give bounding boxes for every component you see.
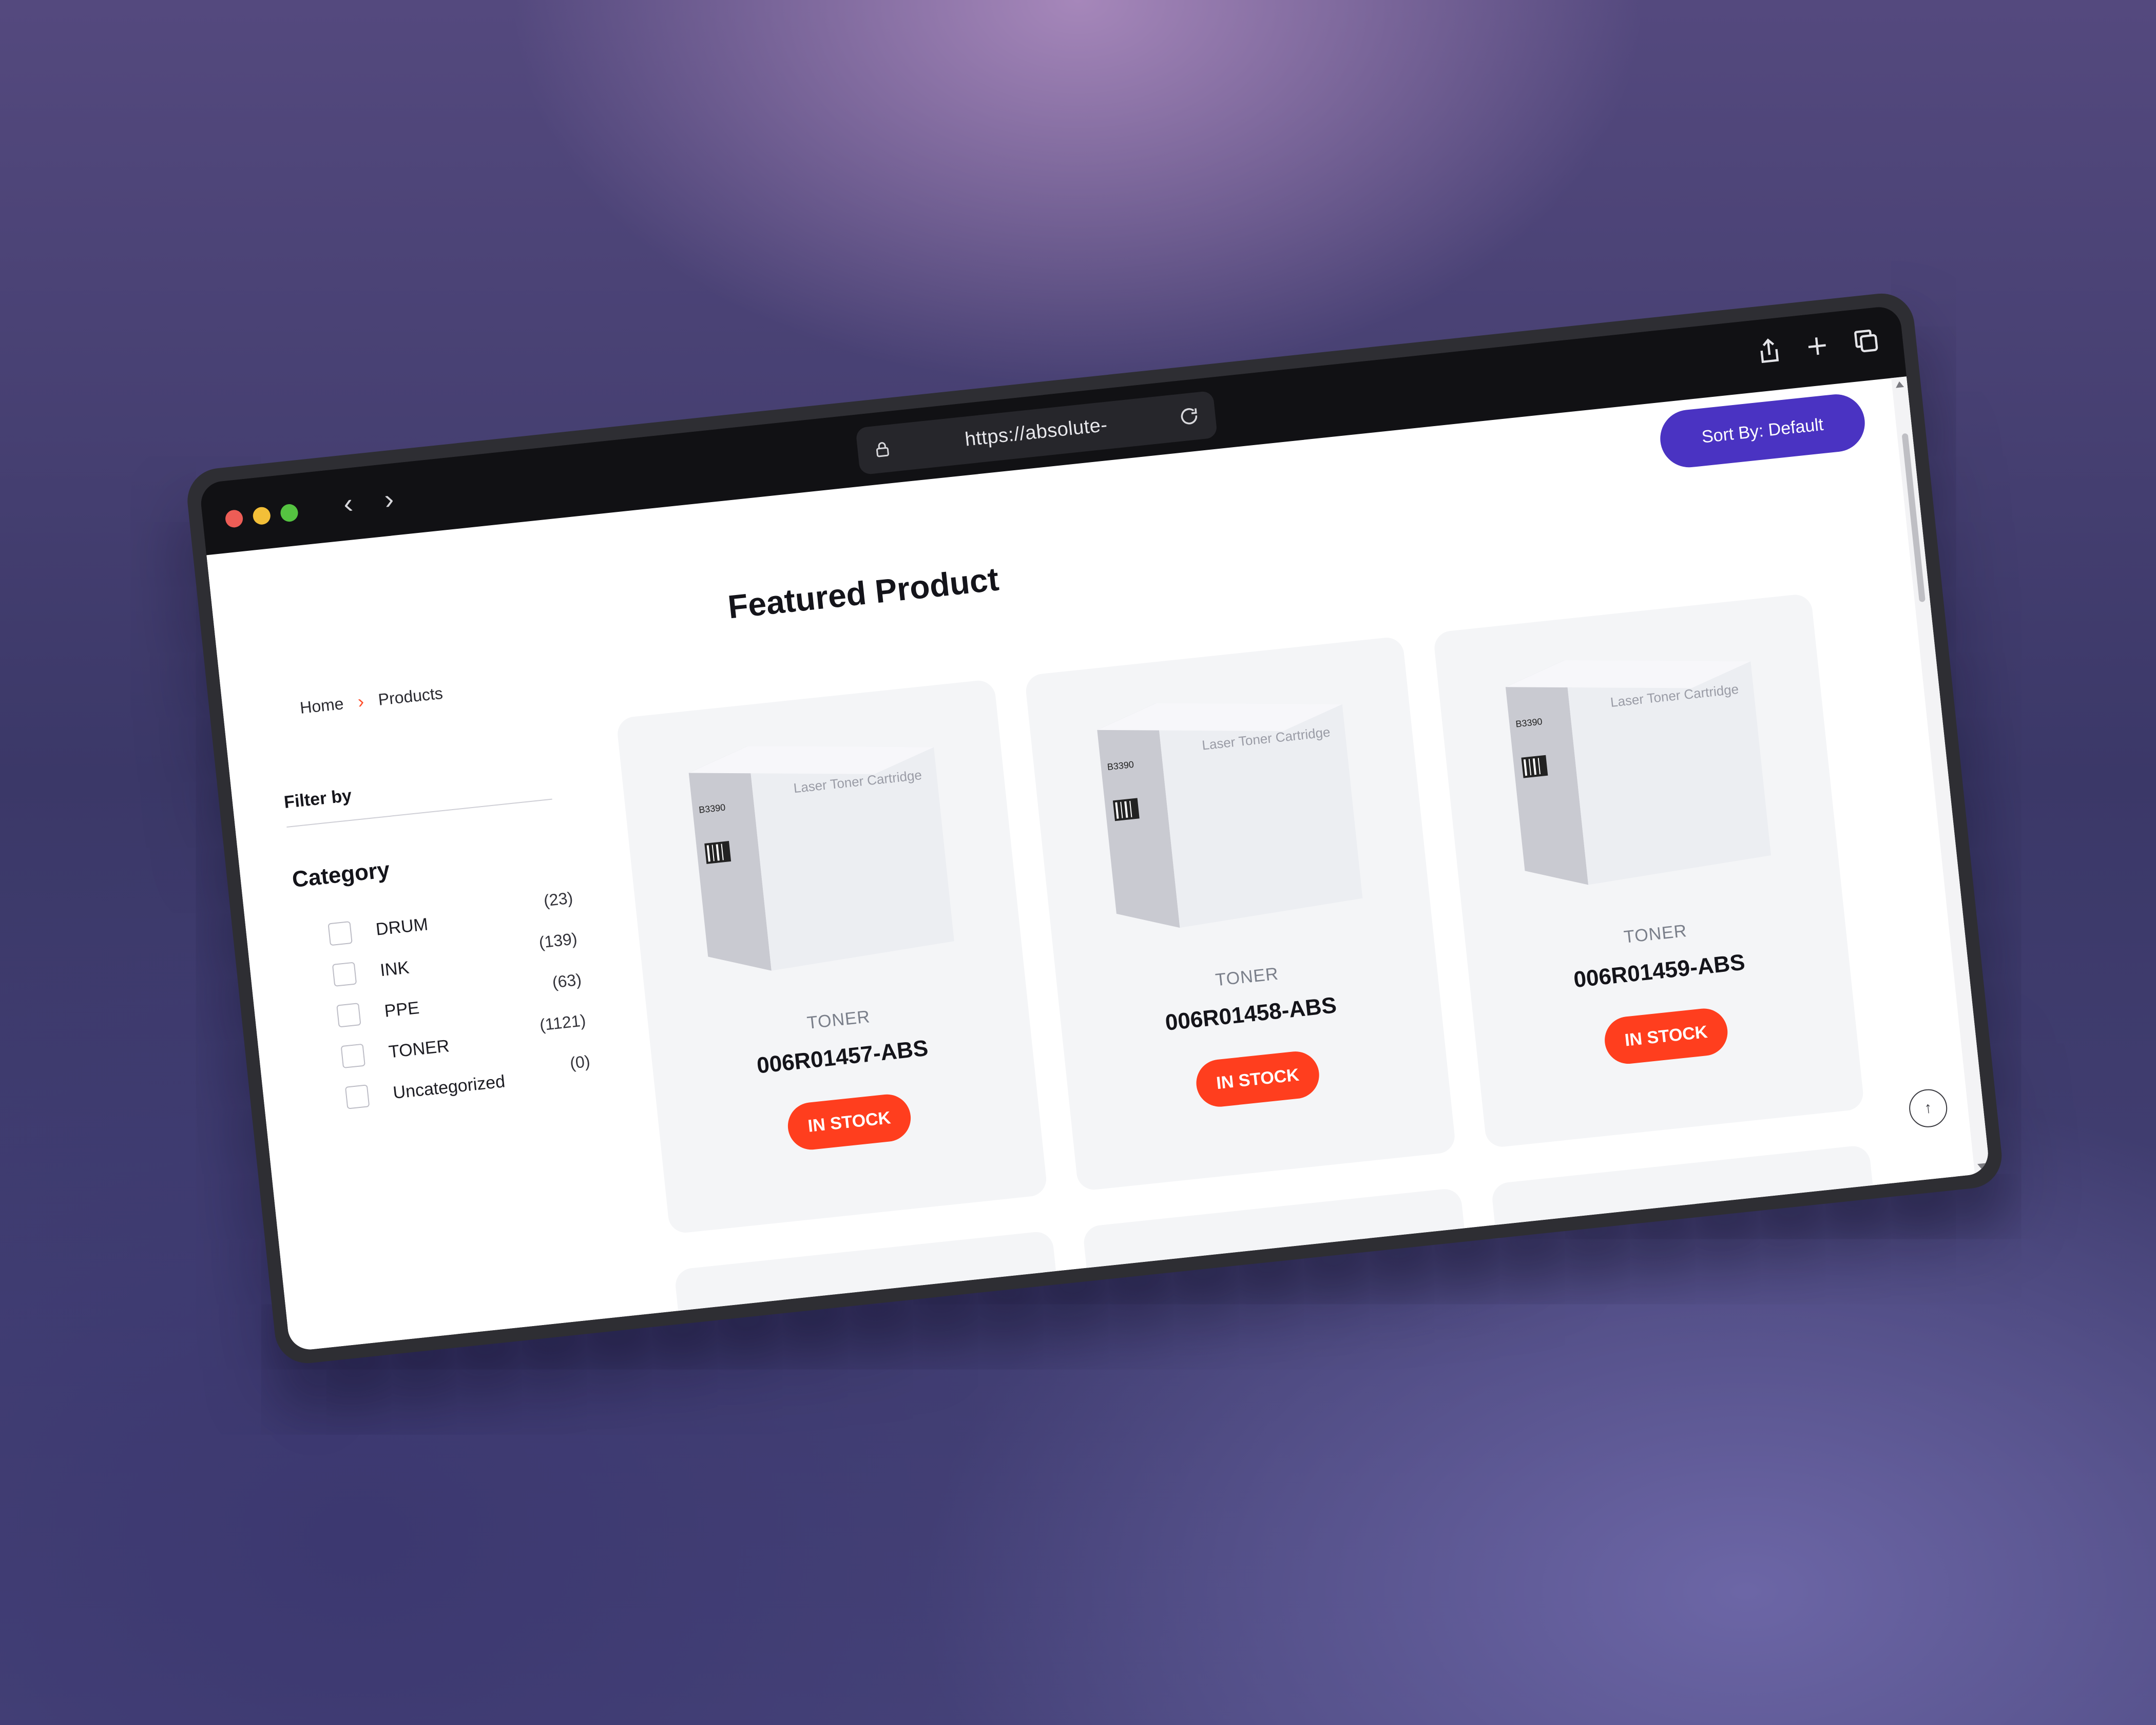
category-name: TONER (388, 1036, 451, 1062)
chevron-right-icon: › (356, 690, 365, 713)
forward-icon[interactable]: › (375, 484, 403, 515)
lock-icon (876, 442, 889, 457)
url-text: https://absolute- (964, 414, 1109, 451)
browser-frame: ‹ › https://absolute- Sort By: Default F… (199, 305, 1991, 1352)
category-list: DRUM (23) INK (139) PPE (63) TONER (1121… (327, 889, 593, 1119)
category-name: Uncategorized (392, 1071, 506, 1103)
product-name[interactable]: 006R01458-ABS (1164, 992, 1338, 1036)
product-card[interactable]: Laser Toner Cartridge B3390 TONER 006R01… (1433, 593, 1865, 1148)
product-category: TONER (1214, 964, 1280, 990)
product-card[interactable]: Laser Toner Cartridge B3390 TONER 006R01… (1024, 636, 1456, 1192)
category-name: INK (379, 957, 410, 980)
category-count: (63) (551, 970, 583, 992)
product-card-partial[interactable] (673, 1230, 1106, 1352)
product-card-partial[interactable] (1082, 1187, 1514, 1352)
scrollbar-thumb[interactable] (1901, 433, 1926, 603)
breadcrumb-home[interactable]: Home (299, 694, 344, 718)
page-title: Featured Product (726, 560, 1001, 626)
share-icon[interactable] (1753, 335, 1785, 368)
category-checkbox[interactable] (340, 1043, 365, 1069)
background: ‹ › https://absolute- Sort By: Default F… (0, 0, 2156, 1725)
arrow-up-icon[interactable]: ↑ (1907, 1087, 1949, 1129)
sort-button[interactable]: Sort By: Default (1657, 391, 1868, 470)
back-icon[interactable]: ‹ (334, 488, 362, 520)
product-category: TONER (806, 1007, 871, 1033)
category-count: (1121) (538, 1011, 587, 1034)
product-image[interactable] (723, 1266, 1037, 1352)
maximize-window-button[interactable] (279, 503, 299, 523)
category-count: (139) (538, 929, 579, 952)
category-checkbox[interactable] (332, 962, 357, 987)
browser-window: ‹ › https://absolute- Sort By: Default F… (184, 290, 2005, 1367)
category-heading: Category (291, 857, 391, 893)
product-card[interactable]: Laser Toner Cartridge B3390 TONER 006R01… (615, 679, 1048, 1235)
filter-by-label: Filter by (283, 785, 353, 813)
breadcrumb: Home › Products (299, 682, 444, 719)
product-name[interactable]: 006R01459-ABS (1572, 950, 1746, 993)
in-stock-badge[interactable]: IN STOCK (1602, 1006, 1730, 1066)
scroll-down-icon[interactable] (1977, 1163, 1987, 1171)
minimize-window-button[interactable] (252, 506, 272, 526)
category-name: DRUM (375, 914, 429, 940)
reload-icon[interactable] (1177, 405, 1201, 428)
product-category: TONER (1623, 921, 1688, 947)
breadcrumb-products: Products (377, 683, 444, 709)
page-scrollbar[interactable] (1891, 376, 1991, 1175)
product-card-partial[interactable] (1490, 1144, 1923, 1352)
category-checkbox[interactable] (336, 1003, 361, 1028)
product-name[interactable]: 006R01457-ABS (756, 1036, 929, 1079)
product-image[interactable] (1540, 1180, 1854, 1352)
tabs-icon[interactable] (1850, 324, 1882, 357)
product-image[interactable] (1131, 1223, 1445, 1352)
plus-icon[interactable] (1801, 330, 1834, 362)
close-window-button[interactable] (224, 509, 244, 529)
category-checkbox[interactable] (344, 1084, 370, 1109)
product-image[interactable]: Laser Toner Cartridge B3390 (1073, 672, 1387, 967)
category-checkbox[interactable] (328, 921, 353, 946)
product-image[interactable]: Laser Toner Cartridge B3390 (1482, 628, 1796, 924)
scroll-up-icon[interactable] (1895, 380, 1904, 388)
in-stock-badge[interactable]: IN STOCK (785, 1092, 913, 1152)
category-name: PPE (383, 998, 420, 1021)
product-image[interactable]: Laser Toner Cartridge B3390 (665, 714, 979, 1010)
category-count: (23) (543, 888, 574, 910)
in-stock-badge[interactable]: IN STOCK (1194, 1049, 1322, 1109)
category-count: (0) (569, 1051, 591, 1072)
